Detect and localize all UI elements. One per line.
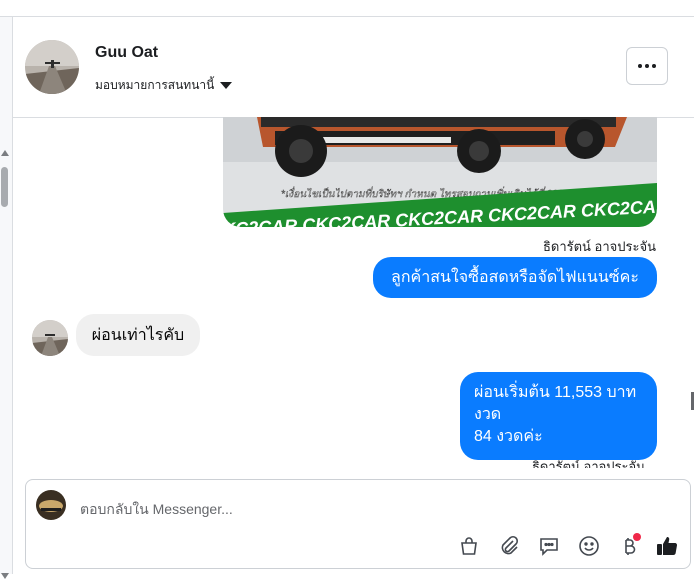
outgoing-message[interactable]: ลูกค้าสนใจซื้อสดหรือจัดไฟแนนซ์คะ [373, 257, 657, 298]
sender-name-clipped: ธิดารัตน์ อาจประจัน [460, 460, 670, 468]
more-options-button[interactable] [626, 47, 668, 85]
outgoing-message[interactable]: ผ่อนเริ่มต้น 11,553 บาท งวด 84 งวดค่ะ [460, 372, 657, 460]
contact-avatar-small[interactable] [32, 320, 68, 356]
message-line: ผ่อนเริ่มต้น 11,553 บาท [474, 384, 637, 401]
sender-name: ธิดารัตน์ อาจประจัน [531, 460, 645, 468]
incoming-message[interactable]: ผ่อนเท่าไรคับ [76, 314, 200, 356]
reply-composer[interactable]: ตอบกลับใน Messenger... [25, 479, 691, 569]
thumbs-up-icon[interactable] [655, 534, 679, 558]
contact-name: Guu Oat [95, 44, 159, 61]
notification-dot [633, 533, 641, 541]
message-line: งวด [474, 406, 502, 423]
emoji-icon[interactable] [577, 534, 601, 558]
reply-input[interactable]: ตอบกลับใน Messenger... [80, 499, 233, 521]
contact-avatar[interactable] [25, 40, 79, 94]
paperclip-icon[interactable] [497, 534, 521, 558]
shopping-bag-icon[interactable] [457, 534, 481, 558]
sender-name: ธิดารัตน์ อาจประจัน [542, 239, 656, 254]
caret-down-icon [220, 82, 233, 89]
page-avatar [36, 490, 66, 520]
conversation-header: Guu Oat มอบหมายการสนทนานี้ [13, 17, 694, 118]
scroll-thumb[interactable] [1, 167, 8, 207]
assign-label: มอบหมายการสนทนานี้ [95, 78, 215, 92]
scroll-up-arrow-icon[interactable] [1, 150, 9, 156]
saved-replies-icon[interactable] [537, 534, 561, 558]
image-message[interactable]: *เงื่อนไขเป็นไปตามที่บริษัทฯ กำหนด ไทรสอ… [223, 117, 657, 227]
message-line: 84 งวดค่ะ [474, 428, 543, 445]
assign-conversation-dropdown[interactable]: มอบหมายการสนทนานี้ [95, 76, 233, 95]
more-dots-icon [638, 64, 642, 68]
baht-icon[interactable] [617, 533, 641, 558]
left-scrollbar[interactable] [0, 17, 13, 579]
